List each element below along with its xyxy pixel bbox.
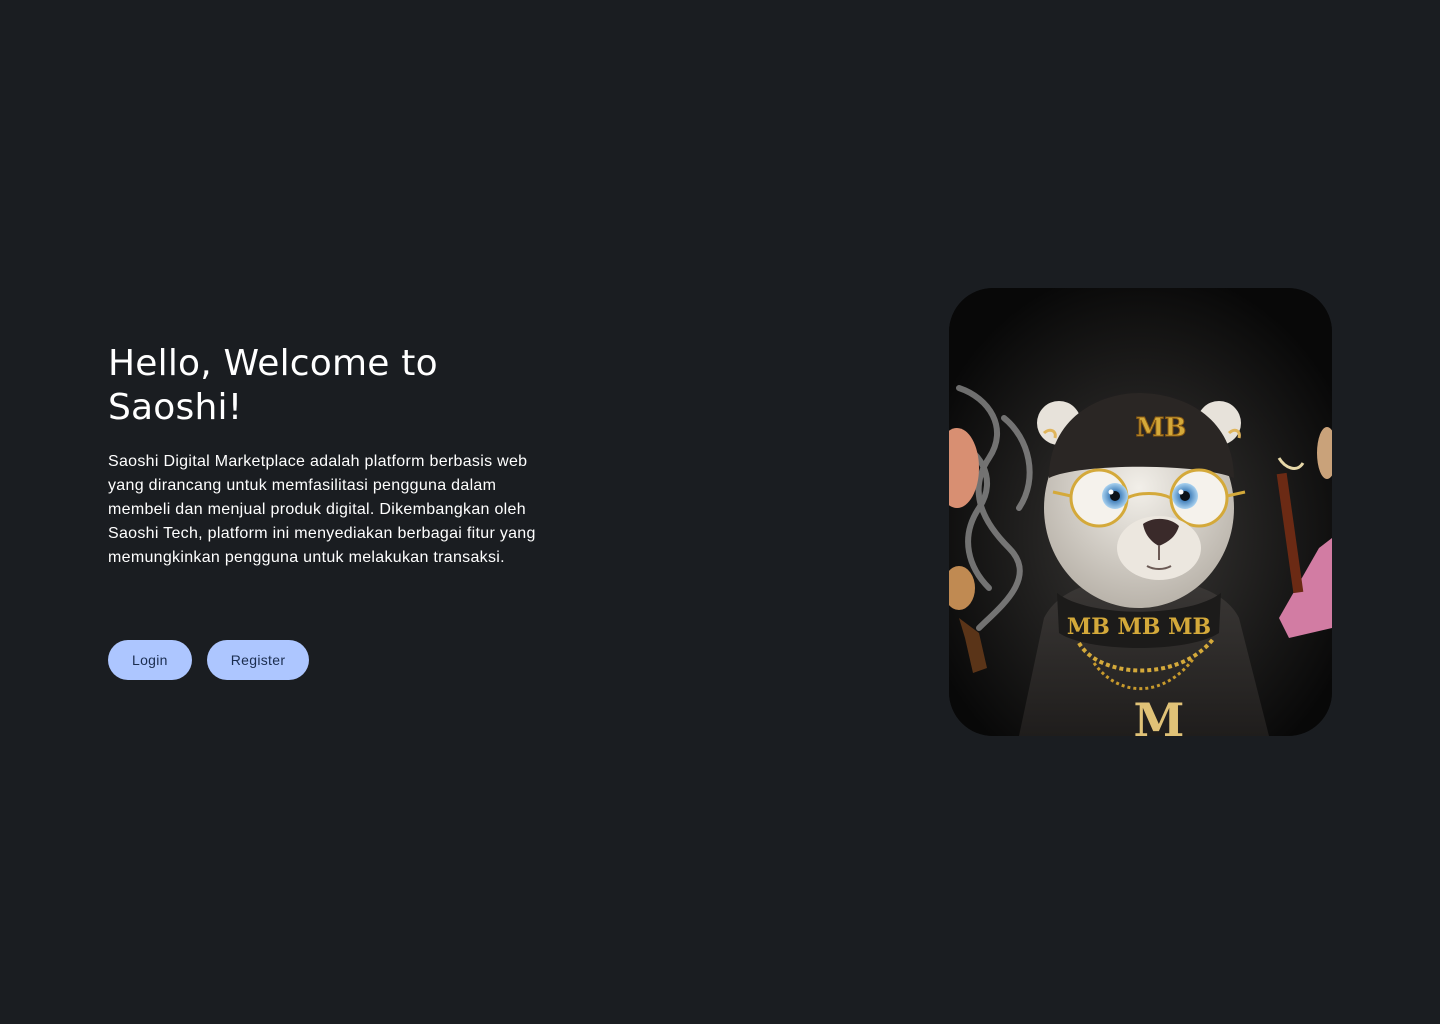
auth-actions: Login Register <box>108 640 310 680</box>
collar-text: MB MB MB <box>1067 614 1211 640</box>
register-button[interactable]: Register <box>206 640 310 680</box>
hero-section: Hello, Welcome to Saoshi! Saoshi Digital… <box>108 342 548 570</box>
hero-description: Saoshi Digital Marketplace adalah platfo… <box>108 453 536 566</box>
hero-illustration: MB MB MB M MB <box>949 288 1332 736</box>
bear-nft-illustration-icon: MB MB MB M MB <box>949 288 1332 736</box>
beanie-text: MB <box>1136 413 1187 443</box>
page-title: Hello, Welcome to Saoshi! <box>108 343 438 428</box>
login-button[interactable]: Login <box>108 640 192 680</box>
chain-pendant: M <box>1134 693 1185 736</box>
